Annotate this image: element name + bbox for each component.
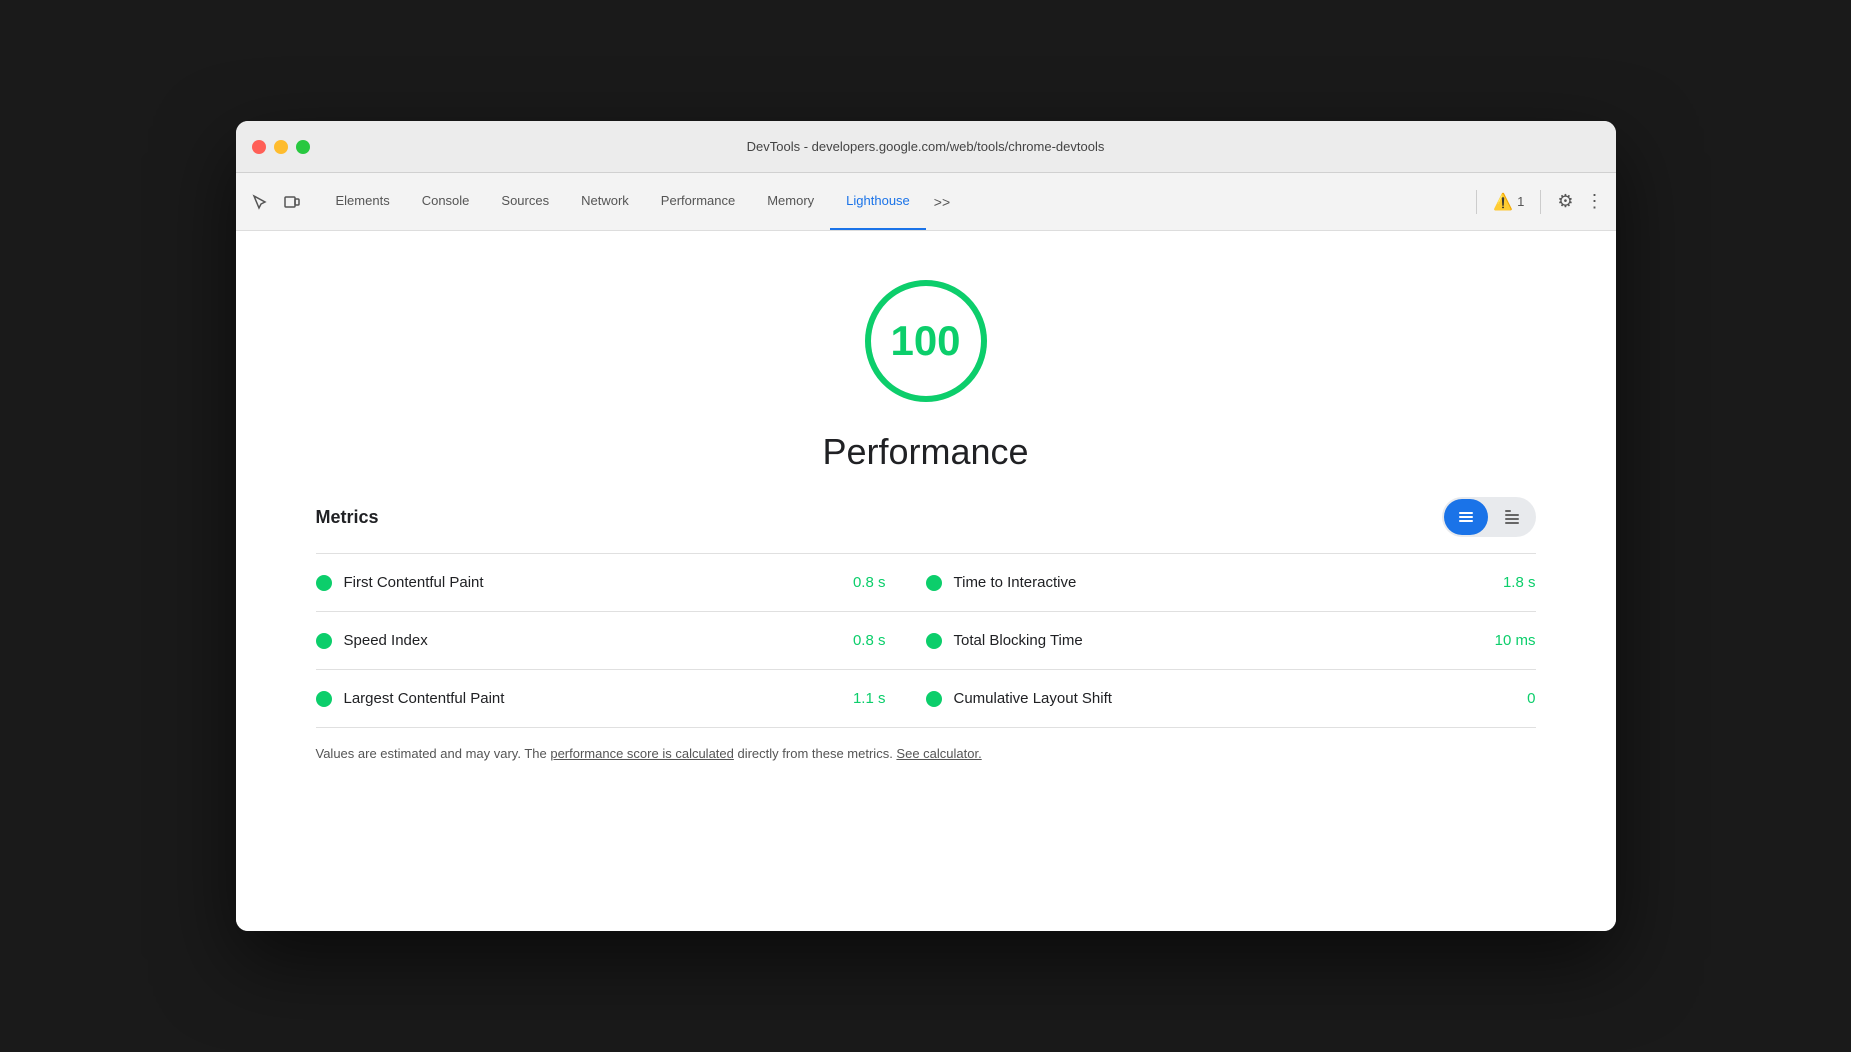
tab-network[interactable]: Network [565, 173, 645, 230]
metrics-label: Metrics [316, 507, 379, 528]
metric-value: 0 [1476, 690, 1536, 707]
toolbar-right: ⚠️ 1 ⚙ ⋮ [1472, 190, 1603, 214]
metric-name: Speed Index [344, 632, 841, 649]
view-toggle [1442, 497, 1536, 537]
footer-link-see[interactable]: See calculator. [896, 746, 981, 761]
tab-sources[interactable]: Sources [485, 173, 565, 230]
traffic-lights [252, 140, 310, 154]
inspect-icon[interactable] [248, 190, 272, 214]
warning-badge[interactable]: ⚠️ 1 [1493, 192, 1524, 212]
metric-name: Cumulative Layout Shift [954, 690, 1464, 707]
metric-left-1: First Contentful Paint 0.8 s [316, 574, 926, 591]
main-content: 100 Performance Metrics [236, 231, 1616, 931]
footer-text-before: Values are estimated and may vary. The [316, 746, 551, 761]
table-row: Largest Contentful Paint 1.1 s Cumulativ… [316, 670, 1536, 728]
devtools-window: DevTools - developers.google.com/web/too… [236, 121, 1616, 931]
score-section: 100 Performance [316, 271, 1536, 473]
metric-dot [926, 575, 942, 591]
device-toggle-icon[interactable] [280, 190, 304, 214]
tab-memory[interactable]: Memory [751, 173, 830, 230]
warning-count: 1 [1517, 194, 1524, 209]
metric-right-3: Cumulative Layout Shift 0 [926, 690, 1536, 707]
score-value: 100 [890, 317, 960, 365]
metric-right-2: Total Blocking Time 10 ms [926, 632, 1536, 649]
tab-lighthouse[interactable]: Lighthouse [830, 173, 926, 230]
devtools-toolbar: Elements Console Sources Network Perform… [236, 173, 1616, 231]
settings-icon[interactable]: ⚙ [1557, 191, 1573, 212]
metric-value: 0.8 s [853, 632, 926, 649]
close-button[interactable] [252, 140, 266, 154]
metric-value: 10 ms [1476, 632, 1536, 649]
metric-left-2: Speed Index 0.8 s [316, 632, 926, 649]
metric-left-3: Largest Contentful Paint 1.1 s [316, 690, 926, 707]
metric-value: 1.8 s [1476, 574, 1536, 591]
metric-value: 0.8 s [853, 574, 926, 591]
metric-name: First Contentful Paint [344, 574, 841, 591]
table-row: First Contentful Paint 0.8 s Time to Int… [316, 554, 1536, 612]
metric-right-1: Time to Interactive 1.8 s [926, 574, 1536, 591]
tab-list: Elements Console Sources Network Perform… [320, 173, 1469, 230]
footer-link-calc[interactable]: performance score is calculated [550, 746, 734, 761]
metric-dot [316, 633, 332, 649]
toolbar-divider2 [1540, 190, 1541, 214]
footer-note: Values are estimated and may vary. The p… [316, 744, 1536, 764]
metrics-table: First Contentful Paint 0.8 s Time to Int… [316, 553, 1536, 728]
window-title: DevTools - developers.google.com/web/too… [747, 139, 1105, 154]
metrics-header: Metrics [316, 497, 1536, 537]
metric-name: Total Blocking Time [954, 632, 1464, 649]
tab-elements[interactable]: Elements [320, 173, 406, 230]
tab-performance[interactable]: Performance [645, 173, 751, 230]
table-row: Speed Index 0.8 s Total Blocking Time 10… [316, 612, 1536, 670]
metric-dot [926, 691, 942, 707]
footer-text-middle: directly from these metrics. [734, 746, 897, 761]
more-tabs-button[interactable]: >> [926, 194, 958, 210]
metric-dot [926, 633, 942, 649]
metrics-section: Metrics [316, 497, 1536, 764]
toolbar-divider [1476, 190, 1477, 214]
warning-icon: ⚠️ [1493, 192, 1513, 212]
score-circle: 100 [856, 271, 996, 411]
toolbar-icons [248, 190, 304, 214]
titlebar: DevTools - developers.google.com/web/too… [236, 121, 1616, 173]
metric-name: Largest Contentful Paint [344, 690, 841, 707]
grid-view-button[interactable] [1490, 499, 1534, 535]
metric-dot [316, 575, 332, 591]
minimize-button[interactable] [274, 140, 288, 154]
metric-name: Time to Interactive [954, 574, 1464, 591]
metric-dot [316, 691, 332, 707]
maximize-button[interactable] [296, 140, 310, 154]
metric-value: 1.1 s [853, 690, 926, 707]
list-view-button[interactable] [1444, 499, 1488, 535]
tab-console[interactable]: Console [406, 173, 486, 230]
more-options-icon[interactable]: ⋮ [1586, 191, 1604, 212]
performance-title: Performance [822, 431, 1028, 473]
